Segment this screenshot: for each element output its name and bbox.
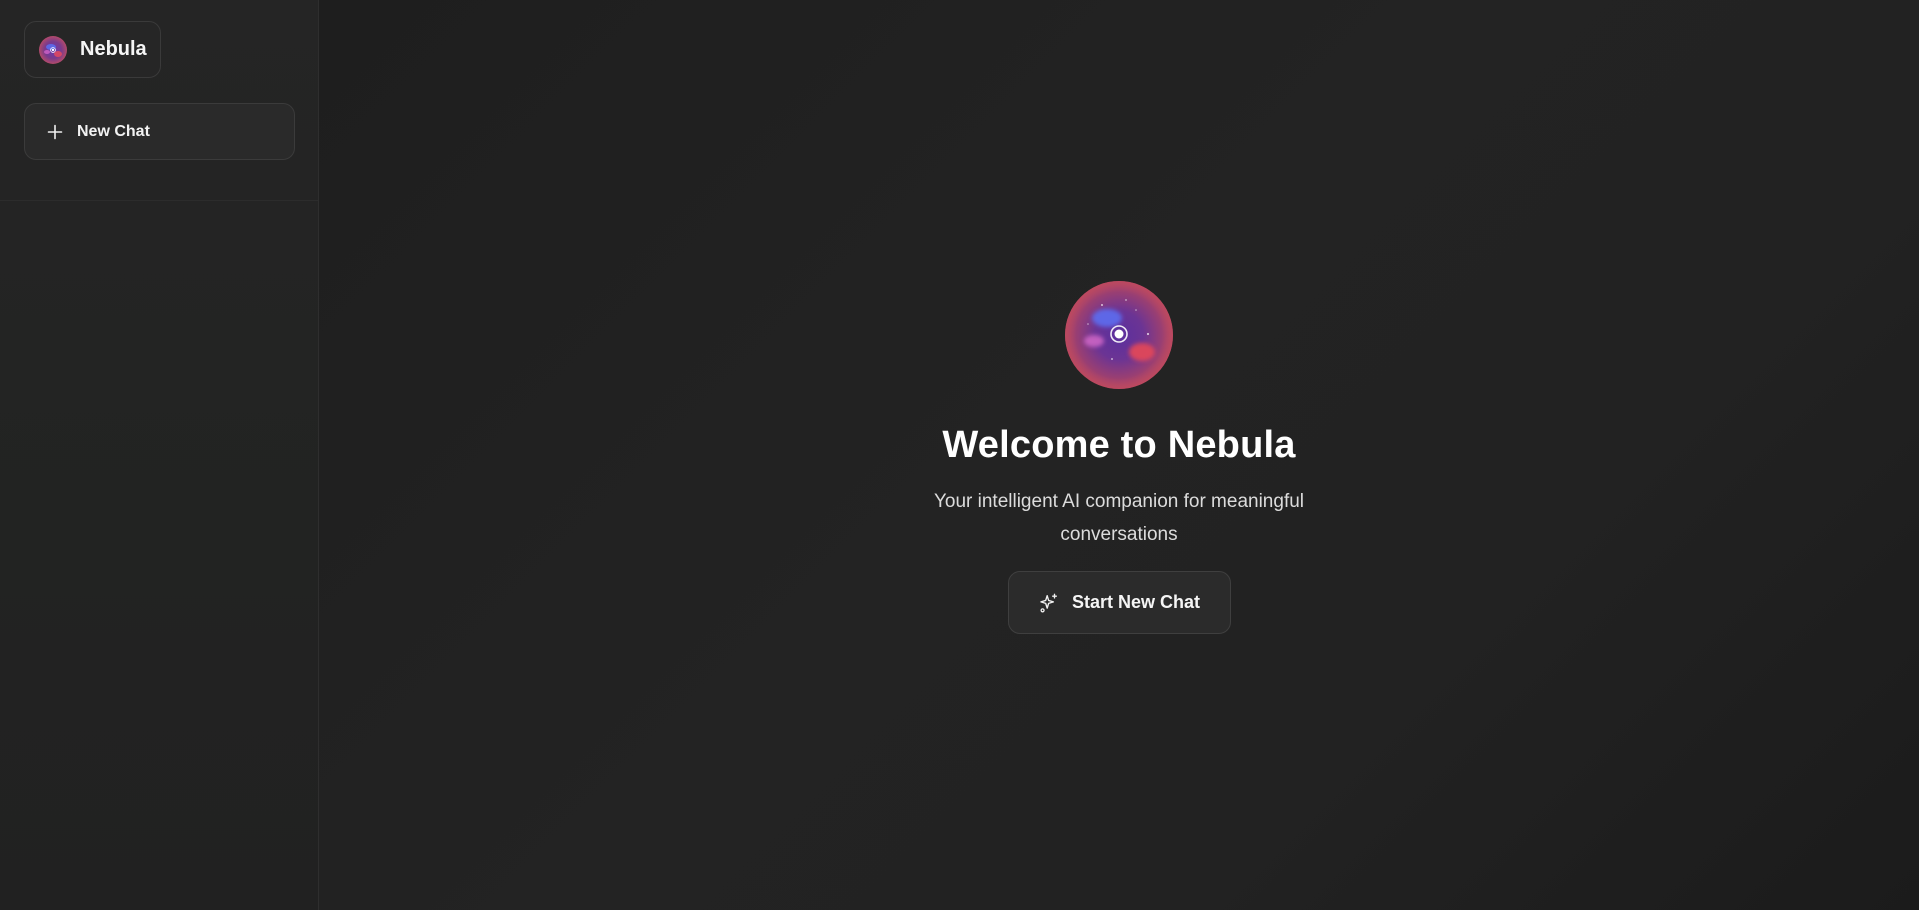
start-new-chat-label: Start New Chat [1071,592,1201,612]
sidebar-header: Nebula New Chat [0,0,318,201]
welcome-panel: Welcome to Nebula Your intelligent AI co… [319,280,1919,634]
sidebar: Nebula New Chat [0,0,319,910]
plus-icon [47,124,63,139]
welcome-subtitle: Your intelligent AI companion for meanin… [933,491,1305,545]
welcome-title: Welcome to Nebula [942,424,1296,466]
brand-badge[interactable]: Nebula [24,21,161,78]
nebula-orb-icon [1065,281,1173,389]
app-name: Nebula [80,38,147,60]
app-root: Nebula New Chat Welcome to Nebula Your i… [0,0,1919,910]
main-area: Welcome to Nebula Your intelligent AI co… [319,0,1919,910]
sparkles-icon [1040,593,1058,612]
new-chat-label: New Chat [77,122,150,140]
start-new-chat-button[interactable]: Start New Chat [1007,571,1231,634]
nebula-logo-icon [39,35,67,64]
new-chat-button[interactable]: New Chat [24,103,295,160]
